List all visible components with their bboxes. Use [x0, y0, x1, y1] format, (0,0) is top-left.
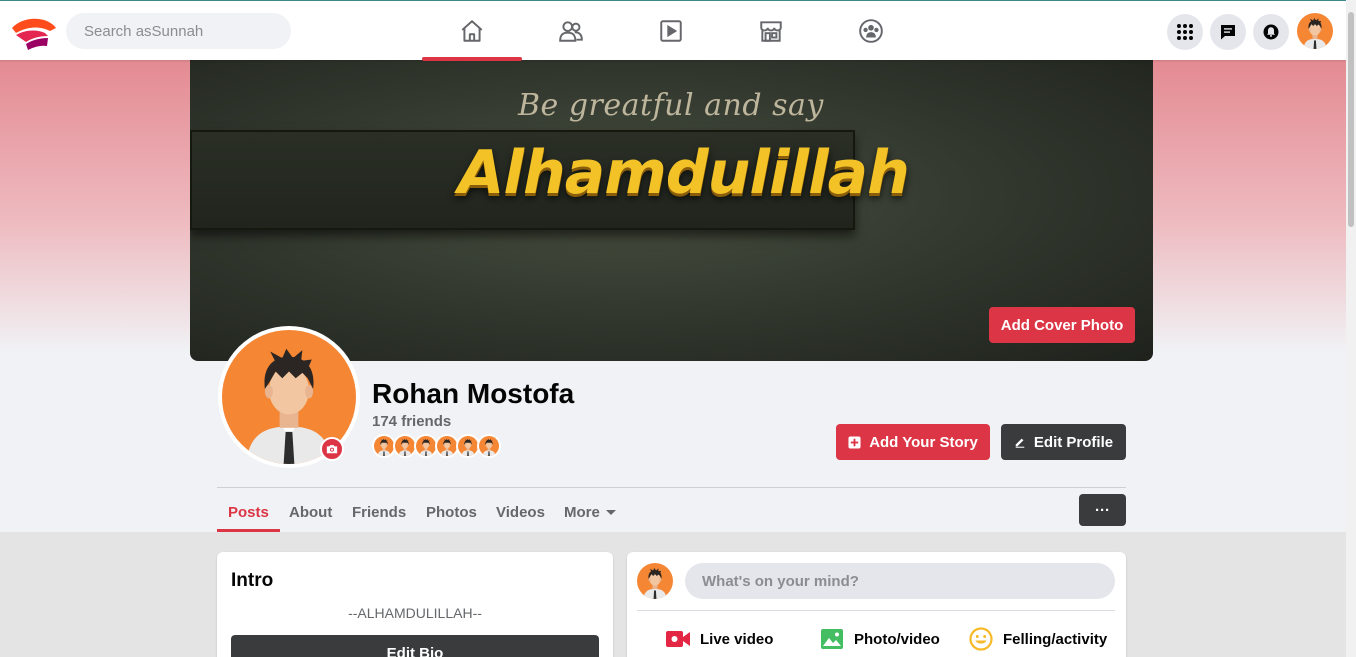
live-video-button[interactable]: Live video	[665, 626, 773, 652]
tab-posts[interactable]: Posts	[217, 492, 280, 532]
search-input[interactable]	[66, 13, 291, 49]
app-logo[interactable]	[10, 14, 58, 50]
tab-label: Friends	[352, 503, 407, 521]
friend-avatars	[372, 434, 501, 460]
edit-bio-button[interactable]: Edit Bio	[231, 635, 599, 657]
change-avatar-button[interactable]	[320, 437, 344, 461]
menu-grid-icon	[1177, 24, 1193, 40]
watch-icon	[660, 20, 682, 42]
nav-tab-home[interactable]	[422, 1, 522, 61]
marketplace-icon	[760, 21, 782, 42]
messenger-button[interactable]	[1210, 14, 1246, 50]
pencil-icon	[1015, 438, 1025, 448]
nav-tab-friends[interactable]	[521, 1, 621, 61]
tab-friends[interactable]: Friends	[341, 492, 417, 532]
tab-more[interactable]: More	[553, 492, 627, 532]
avatar-image	[1297, 13, 1333, 49]
tab-label: About	[289, 503, 333, 521]
tab-videos[interactable]: Videos	[485, 492, 556, 532]
messenger-icon	[1221, 25, 1235, 40]
intro-title: Intro	[231, 570, 274, 591]
nav-tab-marketplace[interactable]	[721, 1, 821, 61]
edit-profile-button[interactable]: Edit Profile	[1001, 424, 1126, 460]
friend-avatar[interactable]	[477, 434, 501, 458]
edit-profile-label: Edit Profile	[1033, 433, 1114, 451]
top-navbar	[0, 0, 1346, 61]
cover-subtitle: Be greatful and say	[518, 88, 824, 123]
home-icon	[461, 20, 483, 42]
composer-input[interactable]	[685, 563, 1115, 599]
camera-icon	[326, 445, 338, 454]
tab-photos[interactable]: Photos	[415, 492, 488, 532]
tab-label: More	[564, 503, 600, 521]
groups-icon	[859, 19, 883, 43]
profile-name: Rohan Mostofa	[372, 378, 575, 409]
post-composer-card: Live video Photo/video Felling/activity	[627, 552, 1126, 657]
scrollbar-thumb[interactable]	[1348, 12, 1354, 227]
tab-label: Photos	[426, 503, 477, 521]
photo-video-button[interactable]: Photo/video	[819, 626, 940, 652]
add-story-button[interactable]: Add Your Story	[836, 424, 990, 460]
live-video-label: Live video	[700, 630, 774, 648]
composer-avatar[interactable]	[637, 563, 673, 599]
nav-tab-watch[interactable]	[621, 1, 721, 61]
nav-tab-groups[interactable]	[821, 1, 921, 61]
menu-button[interactable]	[1167, 14, 1203, 50]
plus-square-icon	[848, 435, 861, 449]
profile-divider	[217, 487, 1126, 488]
photo-icon	[821, 629, 843, 649]
intro-card: Intro --ALHAMDULILLAH-- Edit Bio	[217, 552, 613, 657]
composer-divider	[637, 610, 1115, 611]
notifications-button[interactable]	[1253, 14, 1289, 50]
caret-down-icon	[605, 509, 616, 515]
intro-bio: --ALHAMDULILLAH--	[348, 605, 482, 621]
notifications-icon	[1263, 24, 1279, 40]
friends-icon	[559, 21, 583, 42]
more-options-button[interactable]: ···	[1079, 494, 1126, 526]
tab-label: Posts	[228, 503, 269, 521]
smiley-icon	[969, 627, 993, 651]
cover-headline: Alhamdulillah	[458, 138, 910, 208]
tab-about[interactable]: About	[278, 492, 343, 532]
page-scrollbar[interactable]	[1346, 0, 1356, 657]
add-story-label: Add Your Story	[869, 433, 978, 451]
feeling-activity-button[interactable]: Felling/activity	[968, 626, 1107, 652]
avatar-image	[637, 563, 673, 599]
photo-video-label: Photo/video	[854, 630, 940, 648]
live-video-icon	[666, 631, 690, 647]
account-avatar[interactable]	[1297, 13, 1333, 49]
tab-label: Videos	[496, 503, 545, 521]
add-cover-photo-button[interactable]: Add Cover Photo	[989, 307, 1135, 343]
friends-count[interactable]: 174 friends	[372, 413, 451, 430]
feeling-activity-label: Felling/activity	[1003, 630, 1108, 648]
